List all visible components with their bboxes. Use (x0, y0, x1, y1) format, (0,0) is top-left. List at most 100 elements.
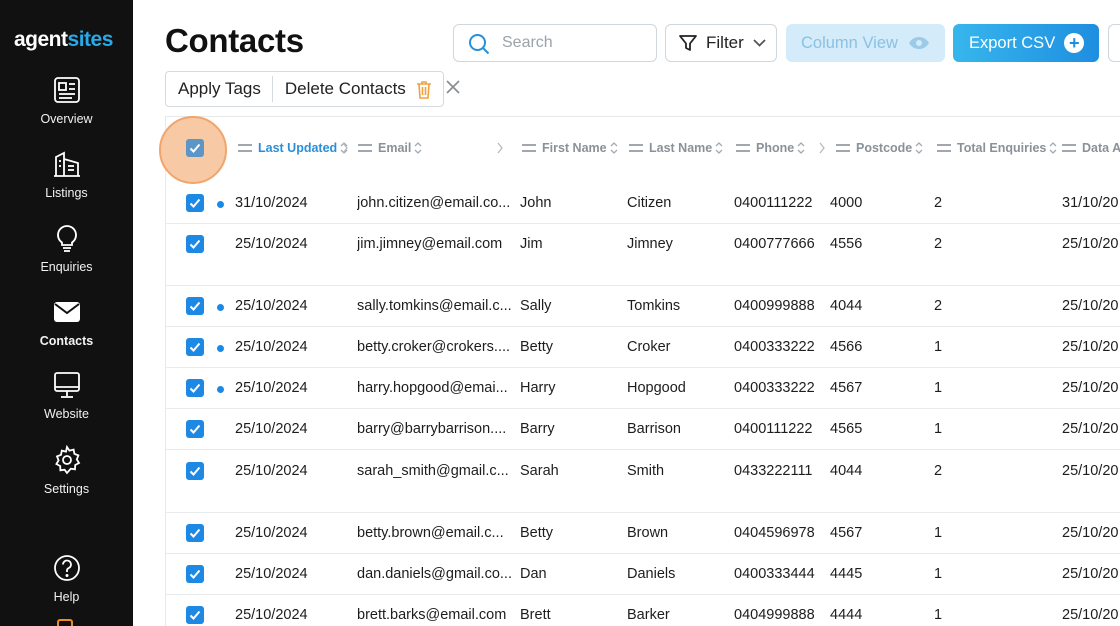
table-row[interactable]: 25/10/2024 betty.brown@email.c... Betty Bro… (166, 513, 1120, 554)
cell-last-updated: 25/10/2024 (235, 607, 308, 623)
unread-dot-icon (217, 304, 224, 311)
cell-email[interactable]: sarah_smith@gmail.c... (357, 463, 515, 479)
cell-date-added: 25/10/20 (1062, 421, 1119, 437)
cell-last-updated: 25/10/2024 (235, 463, 308, 479)
table-row[interactable]: 25/10/2024 dan.daniels@gmail.co... Dan Dani… (166, 554, 1120, 595)
table-row[interactable]: 25/10/2024 sally.tomkins@email.c... Sally T… (166, 286, 1120, 327)
cell-date-added: 25/10/20 (1062, 339, 1119, 355)
sidebar-item-overview[interactable]: Overview (0, 75, 133, 126)
sidebar-item-help[interactable]: Help (0, 553, 133, 604)
cell-email[interactable]: jim.jimney@email.com (357, 236, 515, 252)
column-header-phone[interactable]: Phone (736, 141, 805, 155)
search-input[interactable] (502, 25, 652, 61)
export-csv-button[interactable]: Export CSV + (953, 24, 1099, 62)
cell-postcode: 4556 (830, 236, 863, 252)
cell-first-name: Barry (520, 421, 555, 437)
column-resize-icon[interactable] (342, 142, 348, 154)
table-row[interactable]: 25/10/2024 sarah_smith@gmail.c... Sarah Smi… (166, 451, 1120, 513)
cell-email[interactable]: dan.daniels@gmail.co... (357, 566, 515, 582)
sidebar-item-settings[interactable]: Settings (0, 445, 133, 496)
column-header-postcode[interactable]: Postcode (836, 141, 923, 155)
cell-last-updated: 25/10/2024 (235, 298, 308, 314)
sidebar-item-listings[interactable]: Listings (0, 149, 133, 200)
cell-first-name: Brett (520, 607, 551, 623)
table-row[interactable]: 25/10/2024 betty.croker@crokers.... Betty C… (166, 327, 1120, 368)
column-resize-icon[interactable] (819, 142, 825, 154)
unread-dot-icon (217, 345, 224, 352)
cell-last-name: Barrison (627, 421, 681, 437)
cell-total-enquiries: 2 (934, 463, 943, 479)
cell-phone: 0400333222 (734, 380, 815, 396)
column-header-date-added[interactable]: Data A (1062, 141, 1120, 155)
cell-email[interactable]: betty.brown@email.c... (357, 525, 515, 541)
cell-last-name: Hopgood (627, 380, 686, 396)
close-icon[interactable] (445, 79, 461, 95)
sort-icon (1049, 142, 1057, 154)
column-header-email[interactable]: Email (358, 141, 422, 155)
cell-phone: 0400111222 (734, 195, 813, 211)
drag-handle-icon (1062, 144, 1076, 152)
sidebar-item-website[interactable]: Website (0, 370, 133, 421)
sidebar-item-label: Website (44, 407, 89, 421)
cell-first-name: Betty (520, 339, 554, 355)
table-row[interactable]: 25/10/2024 jim.jimney@email.com Jim Jimney 0… (166, 224, 1120, 286)
cell-email[interactable]: sally.tomkins@email.c... (357, 298, 515, 314)
column-header-first-name[interactable]: First Name (522, 141, 618, 155)
export-label: Export CSV (969, 33, 1056, 52)
table-row[interactable]: 25/10/2024 barry@barrybarrison.... Barry Ba… (166, 409, 1120, 450)
cell-email[interactable]: brett.barks@email.com (357, 607, 515, 623)
search-box[interactable] (453, 24, 657, 62)
row-checkbox[interactable] (186, 235, 204, 253)
overview-icon (53, 77, 80, 103)
row-checkbox[interactable] (186, 420, 204, 438)
eye-icon (908, 37, 929, 49)
sidebar-item-contacts[interactable]: Contacts (0, 297, 133, 348)
cell-first-name: John (520, 195, 552, 211)
notification-icon[interactable] (57, 619, 73, 626)
column-header-last-updated[interactable]: Last Updated (238, 141, 348, 155)
column-resize-icon[interactable] (497, 142, 503, 154)
row-checkbox[interactable] (186, 379, 204, 397)
filter-button[interactable]: Filter (665, 24, 777, 62)
row-checkbox[interactable] (186, 524, 204, 542)
apply-tags-label: Apply Tags (178, 79, 261, 98)
row-checkbox[interactable] (186, 606, 204, 624)
cell-email[interactable]: harry.hopgood@emai... (357, 380, 515, 396)
sidebar-item-label: Overview (40, 112, 93, 126)
table-row[interactable]: 25/10/2024 brett.barks@email.com Brett Bark… (166, 595, 1120, 626)
cell-phone: 0404999888 (734, 607, 815, 623)
apply-tags-button[interactable]: Apply Tags (166, 72, 272, 106)
cell-email[interactable]: barry@barrybarrison.... (357, 421, 515, 437)
more-button[interactable] (1108, 24, 1120, 62)
cell-last-updated: 25/10/2024 (235, 525, 308, 541)
cell-last-updated: 31/10/2024 (235, 195, 308, 211)
sidebar-item-label: Listings (45, 186, 88, 200)
cell-date-added: 25/10/20 (1062, 380, 1119, 396)
row-checkbox[interactable] (186, 338, 204, 356)
cell-total-enquiries: 1 (934, 421, 943, 437)
cell-total-enquiries: 2 (934, 195, 943, 211)
cell-total-enquiries: 2 (934, 298, 943, 314)
contacts-table: Last Updated Email First Name Last Name (159, 116, 1120, 626)
brand-logo[interactable]: agentsites (14, 28, 113, 52)
table-row[interactable]: 31/10/2024 john.citizen@email.co... John Ci… (166, 183, 1120, 224)
drag-handle-icon (522, 144, 536, 152)
cell-last-name: Tomkins (627, 298, 681, 314)
row-checkbox[interactable] (186, 462, 204, 480)
row-checkbox[interactable] (186, 297, 204, 315)
main-content: Contacts Filter Column View Export CSV +… (133, 0, 1120, 626)
table-row[interactable]: 25/10/2024 harry.hopgood@emai... Harry Hopg… (166, 368, 1120, 409)
row-checkbox[interactable] (186, 194, 204, 212)
sidebar-item-enquiries[interactable]: Enquiries (0, 223, 133, 274)
cell-phone: 0400777666 (734, 236, 815, 252)
delete-contacts-button[interactable]: Delete Contacts (273, 72, 443, 106)
column-view-button[interactable]: Column View (786, 24, 945, 62)
column-header-total-enquiries[interactable]: Total Enquiries (937, 141, 1057, 155)
select-all-checkbox[interactable] (186, 139, 204, 157)
cell-email[interactable]: john.citizen@email.co... (357, 195, 515, 211)
cell-email[interactable]: betty.croker@crokers.... (357, 339, 515, 355)
row-checkbox[interactable] (186, 565, 204, 583)
column-header-last-name[interactable]: Last Name (629, 141, 723, 155)
cell-total-enquiries: 1 (934, 607, 943, 623)
cell-last-updated: 25/10/2024 (235, 421, 308, 437)
